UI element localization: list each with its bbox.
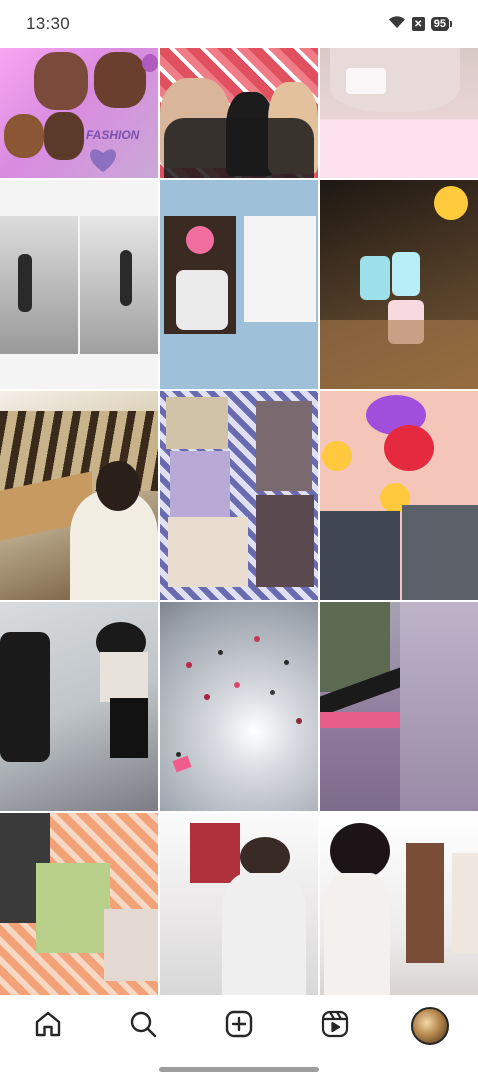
post-overlay-text: FASHION: [86, 128, 140, 142]
profile-post-grid: FASHION: [0, 48, 478, 995]
nav-profile[interactable]: [406, 1002, 454, 1050]
post-thumbnail[interactable]: [320, 391, 478, 600]
post-thumbnail[interactable]: FASHION: [0, 48, 158, 178]
post-thumbnail[interactable]: [320, 48, 478, 178]
reels-icon: [320, 1009, 350, 1044]
nav-search[interactable]: [119, 1002, 167, 1050]
status-bar: 13:30 ✕ 95: [0, 0, 478, 48]
nav-home[interactable]: [24, 1002, 72, 1050]
post-thumbnail[interactable]: [320, 813, 478, 995]
post-thumbnail[interactable]: [160, 180, 318, 389]
status-icons: ✕ 95: [388, 15, 452, 34]
bottom-navigation: [0, 995, 478, 1057]
post-thumbnail[interactable]: [0, 391, 158, 600]
wifi-icon: [388, 15, 406, 34]
post-thumbnail[interactable]: [0, 813, 158, 995]
post-thumbnail[interactable]: [160, 602, 318, 811]
no-sim-icon: ✕: [411, 17, 425, 31]
post-thumbnail[interactable]: [0, 180, 158, 389]
post-thumbnail[interactable]: [320, 180, 478, 389]
post-thumbnail[interactable]: [160, 391, 318, 600]
nav-create[interactable]: [215, 1002, 263, 1050]
status-time: 13:30: [26, 14, 71, 33]
home-indicator[interactable]: [159, 1067, 319, 1072]
search-icon: [128, 1009, 158, 1044]
post-thumbnail[interactable]: [0, 602, 158, 811]
profile-avatar: [411, 1007, 450, 1045]
battery-level: 95: [430, 17, 449, 31]
post-thumbnail[interactable]: [160, 48, 318, 178]
nav-reels[interactable]: [311, 1002, 359, 1050]
home-icon: [33, 1009, 63, 1044]
battery-icon: 95: [430, 17, 452, 31]
plus-square-icon: [224, 1009, 254, 1044]
post-thumbnail[interactable]: [320, 602, 478, 811]
post-thumbnail[interactable]: [160, 813, 318, 995]
